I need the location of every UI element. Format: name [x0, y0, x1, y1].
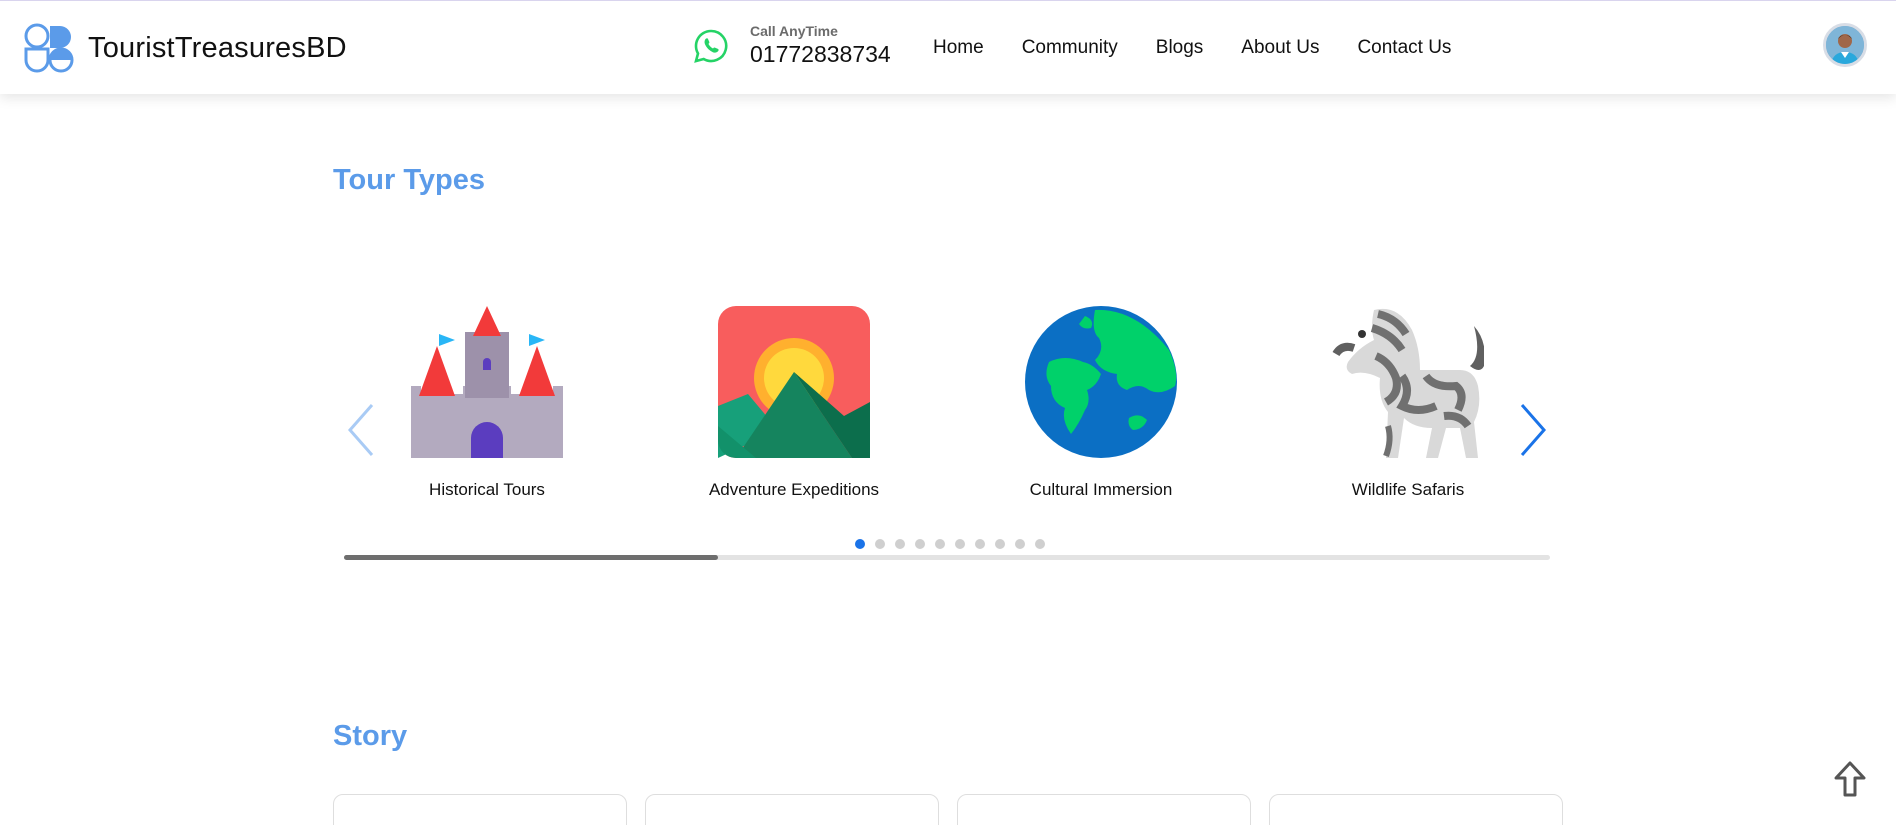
tour-types-title: Tour Types [333, 164, 485, 196]
nav-blogs[interactable]: Blogs [1156, 37, 1204, 59]
carousel-dot[interactable] [935, 539, 945, 549]
site-header: TouristTreasuresBD Call AnyTime 01772838… [0, 0, 1896, 94]
carousel-dot[interactable] [915, 539, 925, 549]
carousel-dot[interactable] [855, 539, 865, 549]
user-avatar-icon [1826, 26, 1864, 64]
tour-type-card[interactable]: Adventure Expeditions [674, 306, 914, 500]
carousel-pagination [855, 539, 1045, 549]
main-nav: Home Community Blogs About Us Contact Us [933, 37, 1451, 59]
nav-contact-us[interactable]: Contact Us [1357, 37, 1451, 59]
tour-type-label: Wildlife Safaris [1351, 480, 1465, 499]
arrow-up-icon [1834, 761, 1866, 797]
logo-icon [24, 23, 74, 73]
story-title: Story [333, 720, 408, 752]
call-box[interactable]: Call AnyTime 01772838734 [694, 23, 891, 68]
tour-type-card[interactable]: Historical Tours [367, 306, 607, 500]
carousel-dot[interactable] [875, 539, 885, 549]
carousel-dot[interactable] [1015, 539, 1025, 549]
scroll-to-top-button[interactable] [1832, 760, 1868, 800]
nav-about-us[interactable]: About Us [1241, 37, 1319, 59]
carousel-dot[interactable] [1035, 539, 1045, 549]
call-number[interactable]: 01772838734 [750, 41, 891, 68]
zebra-icon [1332, 308, 1485, 458]
tour-type-label: Historical Tours [429, 480, 545, 499]
story-card[interactable] [957, 794, 1251, 825]
brand-name: TouristTreasuresBD [88, 31, 347, 64]
call-label: Call AnyTime [750, 23, 838, 39]
carousel-dot[interactable] [895, 539, 905, 549]
whatsapp-icon [694, 29, 728, 63]
nav-home[interactable]: Home [933, 37, 984, 59]
globe-icon [1025, 306, 1177, 458]
tour-type-card[interactable]: Wildlife Safaris [1288, 306, 1528, 500]
carousel-scrollbar-thumb[interactable] [344, 555, 718, 560]
carousel-dot[interactable] [975, 539, 985, 549]
tour-type-card[interactable]: Cultural Immersion [981, 306, 1221, 500]
tour-type-label: Adventure Expeditions [708, 480, 880, 499]
tour-type-label: Cultural Immersion [1029, 480, 1173, 499]
story-card[interactable] [333, 794, 627, 825]
nav-community[interactable]: Community [1022, 37, 1118, 59]
brand[interactable]: TouristTreasuresBD [24, 23, 347, 73]
story-card[interactable] [645, 794, 939, 825]
carousel-dot[interactable] [995, 539, 1005, 549]
sunrise-mountain-icon [718, 306, 870, 458]
castle-icon [411, 306, 563, 458]
avatar[interactable] [1823, 23, 1867, 67]
carousel-dot[interactable] [955, 539, 965, 549]
story-card[interactable] [1269, 794, 1563, 825]
